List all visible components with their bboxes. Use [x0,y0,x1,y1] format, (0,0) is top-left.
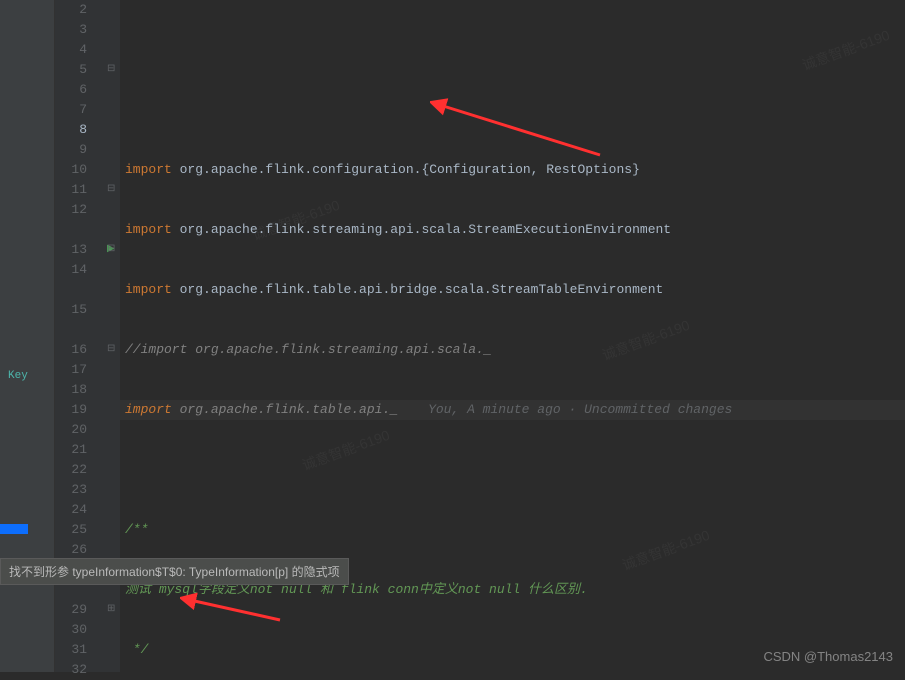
keyword: import [125,282,172,297]
import-path: org.apache.flink.configuration.{Configur… [172,162,640,177]
keyword: import [125,162,172,177]
line-number[interactable] [55,220,87,240]
line-number[interactable]: 21 [55,440,87,460]
line-number[interactable]: 2 [55,0,87,20]
line-number[interactable]: 3 [55,20,87,40]
line-number[interactable]: 7 [55,100,87,120]
fold-icon[interactable]: ⊟ [107,60,115,80]
line-number[interactable]: 5 [55,60,87,80]
doc-comment: /** [125,522,148,537]
fold-icon[interactable]: ⊟ [107,180,115,200]
line-number[interactable]: 24 [55,500,87,520]
line-number[interactable]: 31 [55,640,87,660]
line-number[interactable]: 14 [55,260,87,280]
keyword: import [125,222,172,237]
import-path: org.apache.flink.table.api.bridge.scala.… [172,282,663,297]
line-number[interactable]: 16 [55,340,87,360]
line-number[interactable]: 32 [55,660,87,680]
line-number[interactable]: 18 [55,380,87,400]
git-blame-annotation: You, A minute ago · Uncommitted changes [428,402,732,417]
line-number[interactable]: 4 [55,40,87,60]
line-number[interactable]: 13 [55,240,87,260]
line-number[interactable]: 11 [55,180,87,200]
line-number[interactable]: 20 [55,420,87,440]
line-number[interactable] [55,280,87,300]
line-number[interactable]: 25 [55,520,87,540]
fold-icon[interactable]: ⊞ [107,600,115,620]
line-number[interactable]: 17 [55,360,87,380]
line-number[interactable]: 29 [55,600,87,620]
line-number[interactable]: 10 [55,160,87,180]
line-number[interactable]: 15 [55,300,87,320]
line-number[interactable]: 26 [55,540,87,560]
import-path: org.apache.flink.table.api._ [172,402,398,417]
line-number[interactable] [55,320,87,340]
line-number[interactable]: 30 [55,620,87,640]
line-number[interactable]: 9 [55,140,87,160]
comment: //import org.apache.flink.streaming.api.… [125,342,492,357]
line-number-current[interactable]: 8 [55,120,87,140]
fold-icon[interactable]: ⊟ [107,240,115,260]
active-indicator [0,524,28,534]
line-number[interactable]: 6 [55,80,87,100]
line-number[interactable]: 22 [55,460,87,480]
csdn-watermark: CSDN @Thomas2143 [763,649,893,664]
line-number[interactable]: 19 [55,400,87,420]
fold-icon[interactable]: ⊟ [107,340,115,360]
line-number[interactable]: 12 [55,200,87,220]
line-number[interactable]: 23 [55,480,87,500]
keyword: import [125,402,172,417]
error-tooltip: 找不到形参 typeInformation$T$0: TypeInformati… [0,558,349,585]
import-path: org.apache.flink.streaming.api.scala.Str… [172,222,671,237]
panel-key-label[interactable]: Key [8,370,28,382]
doc-comment: */ [125,642,148,657]
